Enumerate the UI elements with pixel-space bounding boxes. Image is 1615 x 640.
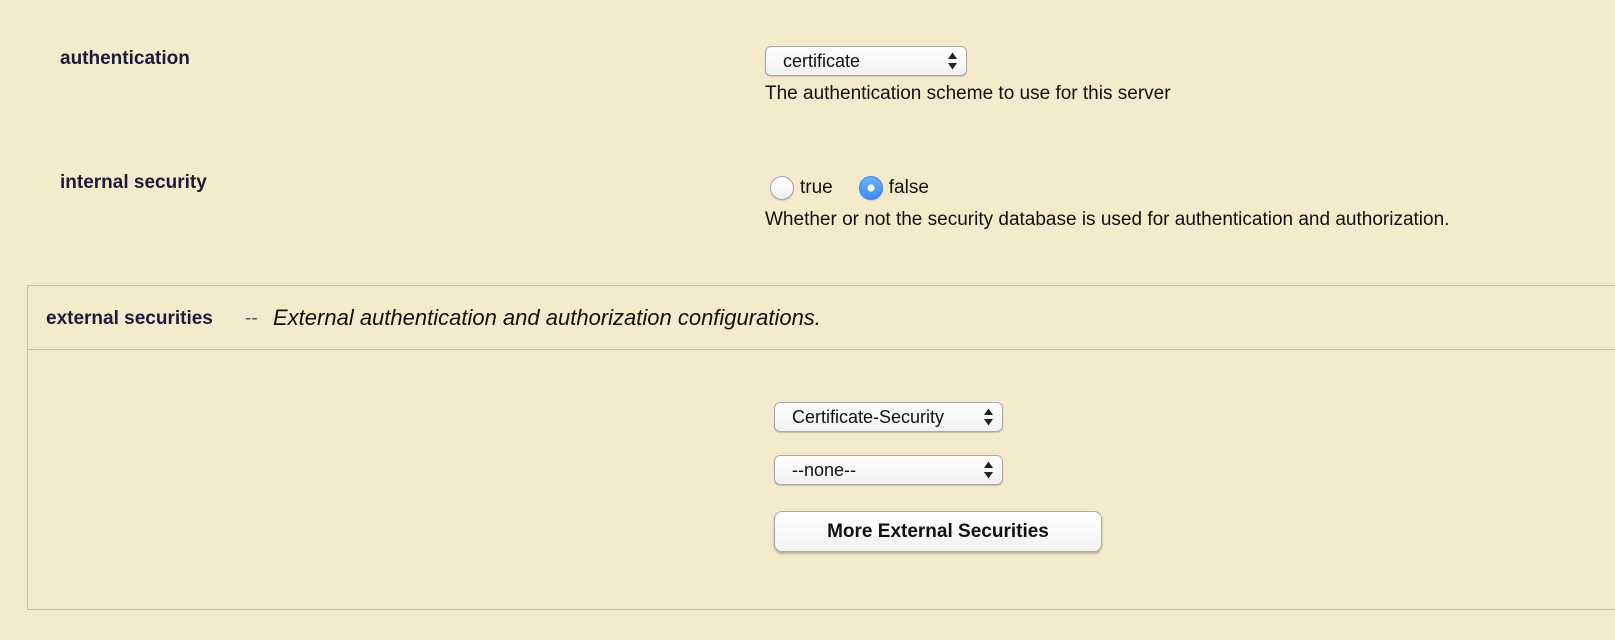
external-security-select-2[interactable]: --none-- xyxy=(774,455,1003,485)
external-securities-header: external securities -- External authenti… xyxy=(28,286,1615,350)
external-securities-separator: -- xyxy=(245,308,258,329)
internal-security-label: internal security xyxy=(60,172,207,193)
external-security-select-1-value: Certificate-Security xyxy=(792,406,945,427)
internal-security-true-radio[interactable] xyxy=(770,176,794,200)
internal-security-false-label[interactable]: false xyxy=(889,177,929,199)
internal-security-true-label[interactable]: true xyxy=(800,177,833,199)
updown-arrows-icon xyxy=(948,52,957,70)
updown-arrows-icon xyxy=(984,408,993,426)
authentication-select[interactable]: certificate xyxy=(765,46,967,76)
external-securities-panel: external securities -- External authenti… xyxy=(27,285,1615,610)
external-security-select-2-value: --none-- xyxy=(792,459,857,480)
authentication-select-value: certificate xyxy=(783,50,861,71)
authentication-description: The authentication scheme to use for thi… xyxy=(765,83,1171,104)
authentication-label: authentication xyxy=(60,48,190,69)
external-securities-title: external securities xyxy=(46,308,213,329)
updown-arrows-icon xyxy=(984,461,993,479)
internal-security-false-radio[interactable] xyxy=(858,176,883,200)
external-security-select-1[interactable]: Certificate-Security xyxy=(774,402,1003,432)
external-securities-description: External authentication and authorizatio… xyxy=(273,305,821,330)
internal-security-radio-group: true false xyxy=(770,176,955,200)
more-external-securities-button[interactable]: More External Securities xyxy=(774,511,1102,552)
internal-security-description: Whether or not the security database is … xyxy=(765,209,1450,230)
